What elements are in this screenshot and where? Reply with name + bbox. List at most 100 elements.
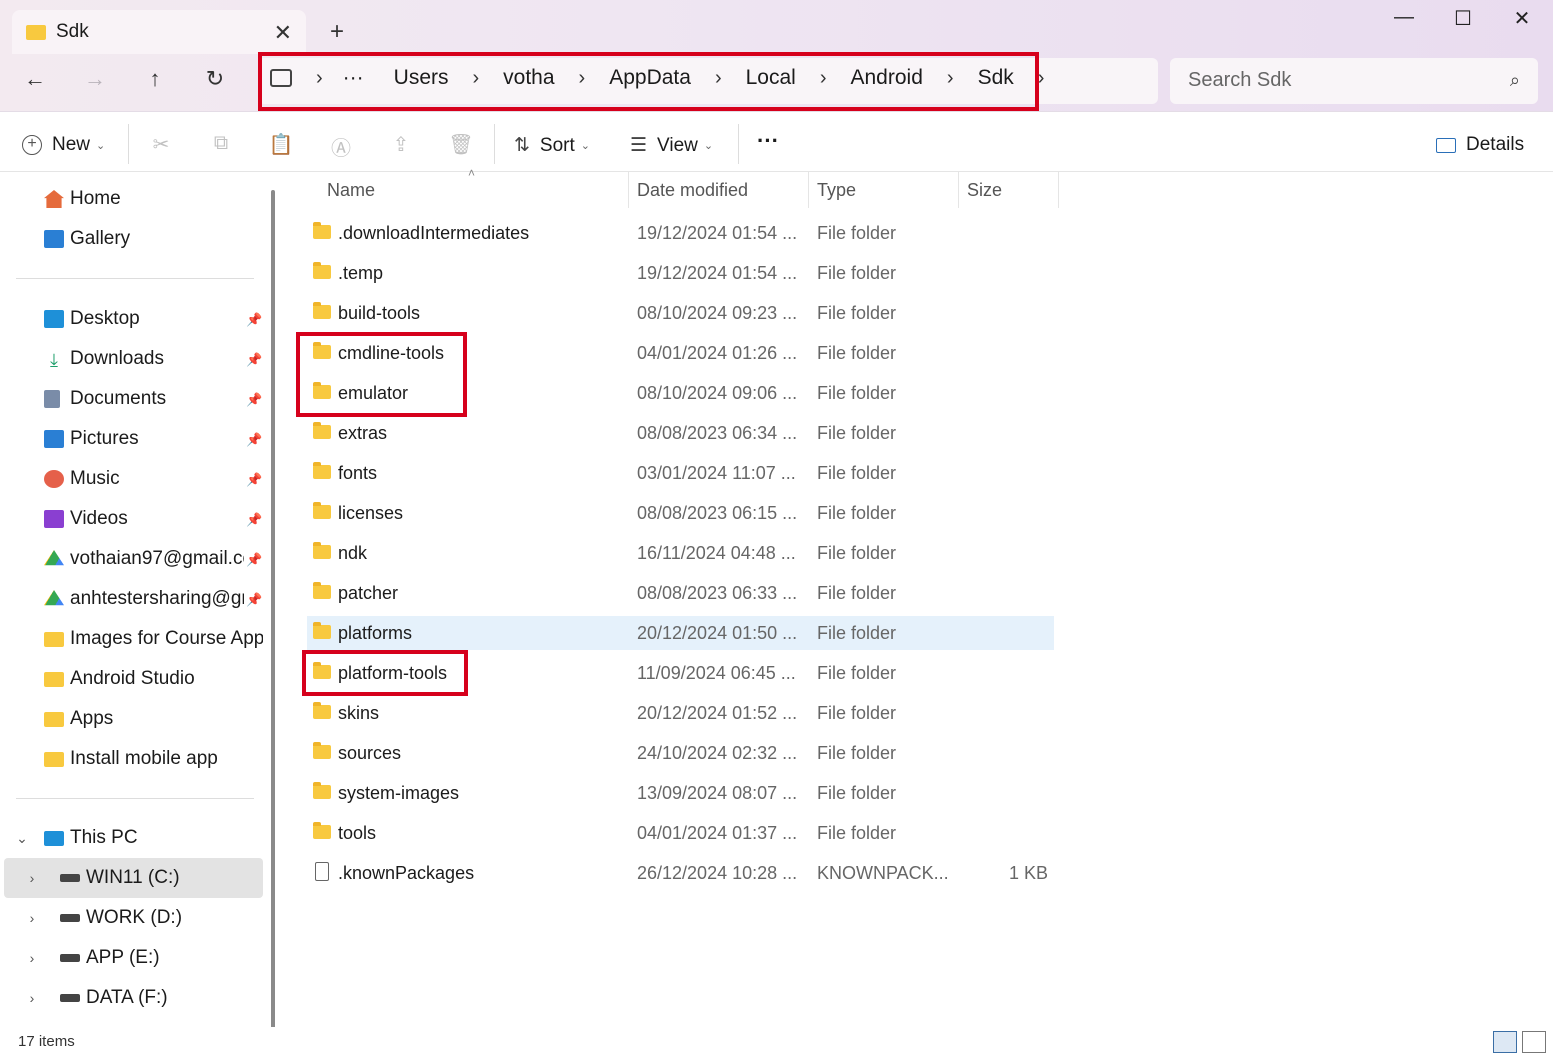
table-row[interactable]: platforms 20/12/2024 01:50 ... File folder — [307, 616, 1054, 650]
sidebar-item-music[interactable]: Music — [44, 468, 269, 490]
folder-icon — [44, 751, 64, 767]
file-type: File folder — [817, 222, 897, 243]
table-row[interactable]: sources 24/10/2024 02:32 ... File folder — [307, 736, 1054, 770]
pin-icon[interactable]: 📌 — [246, 392, 262, 408]
pin-icon[interactable]: 📌 — [246, 352, 262, 368]
search-input[interactable]: Search Sdk ⌕ — [1170, 58, 1538, 104]
rename-icon[interactable]: Ⓐ — [328, 132, 354, 161]
sidebar-item-gallery[interactable]: Gallery — [44, 228, 269, 250]
chevron-right-icon[interactable]: › — [4, 870, 60, 886]
google-drive-icon — [44, 590, 64, 606]
file-date-modified: 20/12/2024 01:50 ... — [637, 622, 798, 643]
sidebar-item-images-for-course[interactable]: Images for Course Appium — [44, 628, 263, 650]
column-header-name[interactable]: Name — [327, 180, 375, 201]
file-type: File folder — [817, 462, 897, 483]
pin-icon[interactable]: 📌 — [246, 472, 262, 488]
table-row[interactable]: .temp 19/12/2024 01:54 ... File folder — [307, 256, 1054, 290]
tab-sdk[interactable]: Sdk ✕ — [12, 10, 306, 54]
table-row[interactable]: tools 04/01/2024 01:37 ... File folder — [307, 816, 1054, 850]
copy-icon[interactable]: ⧉ — [208, 132, 234, 155]
pin-icon[interactable]: 📌 — [246, 312, 262, 328]
pin-icon[interactable]: 📌 — [246, 512, 262, 528]
back-button[interactable]: ← — [20, 66, 50, 92]
share-icon[interactable]: ⇪ — [388, 132, 414, 157]
column-header-date[interactable]: Date modified — [637, 180, 748, 201]
details-button[interactable]: Details — [1436, 134, 1524, 156]
pin-icon[interactable]: 📌 — [246, 552, 262, 568]
sidebar-item-drive-c[interactable]: › WIN11 (C:) — [4, 858, 263, 898]
new-tab-button[interactable]: + — [330, 18, 344, 46]
table-row[interactable]: .knownPackages 26/12/2024 10:28 ... KNOWNP… — [307, 856, 1054, 890]
file-date-modified: 03/01/2024 11:07 ... — [637, 462, 796, 483]
sidebar-item-label: anhtestersharing@gmail.com — [70, 588, 244, 609]
sidebar-item-this-pc[interactable]: ⌄ This PC — [4, 818, 263, 858]
table-row[interactable]: skins 20/12/2024 01:52 ... File folder — [307, 696, 1054, 730]
close-tab-icon[interactable]: ✕ — [274, 20, 292, 46]
chevron-down-icon[interactable]: ⌄ — [4, 830, 40, 847]
sidebar-item-install-mobile-app[interactable]: Install mobile app — [44, 748, 269, 770]
desktop-icon — [44, 310, 64, 328]
sidebar-item-documents[interactable]: Documents — [44, 388, 269, 410]
new-button[interactable]: + New ⌄ — [22, 134, 105, 156]
cut-icon[interactable]: ✂ — [148, 132, 174, 157]
sidebar-item-desktop[interactable]: Desktop — [44, 308, 269, 330]
file-name: ndk — [338, 542, 368, 563]
this-pc-icon — [44, 830, 64, 846]
sidebar-item-label: Install mobile app — [70, 748, 218, 769]
sidebar-scrollbar[interactable] — [263, 172, 285, 1042]
table-row[interactable]: system-images 13/09/2024 08:07 ... File fo… — [307, 776, 1054, 810]
file-date-modified: 08/08/2023 06:34 ... — [637, 422, 798, 443]
sidebar-item-label: Documents — [70, 388, 167, 409]
sidebar-item-drive-d[interactable]: › WORK (D:) — [4, 898, 263, 938]
sidebar-item-pictures[interactable]: Pictures — [44, 428, 269, 450]
table-row[interactable]: ndk 16/11/2024 04:48 ... File folder — [307, 536, 1054, 570]
up-button[interactable]: ↑ — [140, 66, 170, 92]
forward-button[interactable]: → — [80, 66, 110, 92]
file-type: File folder — [817, 702, 897, 723]
view-icon: ☰ — [630, 135, 648, 156]
table-row[interactable]: fonts 03/01/2024 11:07 ... File folder — [307, 456, 1054, 490]
maximize-button[interactable]: ☐ — [1443, 6, 1483, 31]
details-view-button[interactable] — [1493, 1031, 1517, 1053]
folder-icon — [313, 702, 331, 719]
sidebar-item-android-studio[interactable]: Android Studio — [44, 668, 269, 690]
sidebar-item-drive-e[interactable]: › APP (E:) — [4, 938, 263, 978]
google-drive-icon — [44, 550, 64, 566]
scrollbar-thumb[interactable] — [271, 190, 275, 1042]
sidebar-item-videos[interactable]: Videos — [44, 508, 269, 530]
sort-button[interactable]: ⇅ Sort ⌄ — [514, 134, 590, 157]
sidebar-item-gdrive-vothaian97[interactable]: vothaian97@gmail.com — [44, 548, 244, 570]
drive-icon — [60, 954, 80, 962]
pin-icon[interactable]: 📌 — [246, 432, 262, 448]
column-header-size[interactable]: Size — [967, 180, 1002, 201]
sidebar-item-home[interactable]: Home — [44, 188, 269, 210]
details-label: Details — [1466, 134, 1525, 155]
table-row[interactable]: extras 08/08/2023 06:34 ... File folder — [307, 416, 1054, 450]
sidebar-item-label: Android Studio — [70, 668, 195, 689]
folder-icon — [313, 742, 331, 759]
close-window-button[interactable]: ✕ — [1502, 6, 1542, 31]
file-icon — [315, 862, 329, 881]
table-row[interactable]: .downloadIntermediates 19/12/2024 01:54 .… — [307, 216, 1054, 250]
column-header-type[interactable]: Type — [817, 180, 856, 201]
sidebar-item-drive-f[interactable]: › DATA (F:) — [4, 978, 263, 1018]
refresh-button[interactable]: ↻ — [200, 66, 230, 92]
paste-icon[interactable]: 📋 — [268, 132, 294, 157]
chevron-right-icon[interactable]: › — [4, 910, 60, 926]
view-button[interactable]: ☰ View ⌄ — [630, 134, 713, 157]
more-options-button[interactable]: ··· — [757, 128, 779, 154]
folder-icon — [313, 222, 331, 239]
chevron-right-icon[interactable]: › — [4, 950, 60, 966]
table-row[interactable]: licenses 08/08/2023 06:15 ... File folder — [307, 496, 1054, 530]
sidebar-item-downloads[interactable]: ⤓ Downloads — [44, 348, 269, 370]
tiles-view-button[interactable] — [1522, 1031, 1546, 1053]
sidebar-item-apps[interactable]: Apps — [44, 708, 269, 730]
sidebar-item-gdrive-anhtestersharing[interactable]: anhtestersharing@gmail.com — [44, 588, 244, 610]
table-row[interactable]: patcher 08/08/2023 06:33 ... File folder — [307, 576, 1054, 610]
minimize-button[interactable]: — — [1384, 6, 1424, 29]
delete-icon[interactable]: 🗑 — [448, 132, 474, 157]
pin-icon[interactable]: 📌 — [246, 592, 262, 608]
file-date-modified: 08/10/2024 09:06 ... — [637, 382, 798, 403]
chevron-right-icon[interactable]: › — [4, 990, 60, 1006]
table-row[interactable]: build-tools 08/10/2024 09:23 ... File fold… — [307, 296, 1054, 330]
